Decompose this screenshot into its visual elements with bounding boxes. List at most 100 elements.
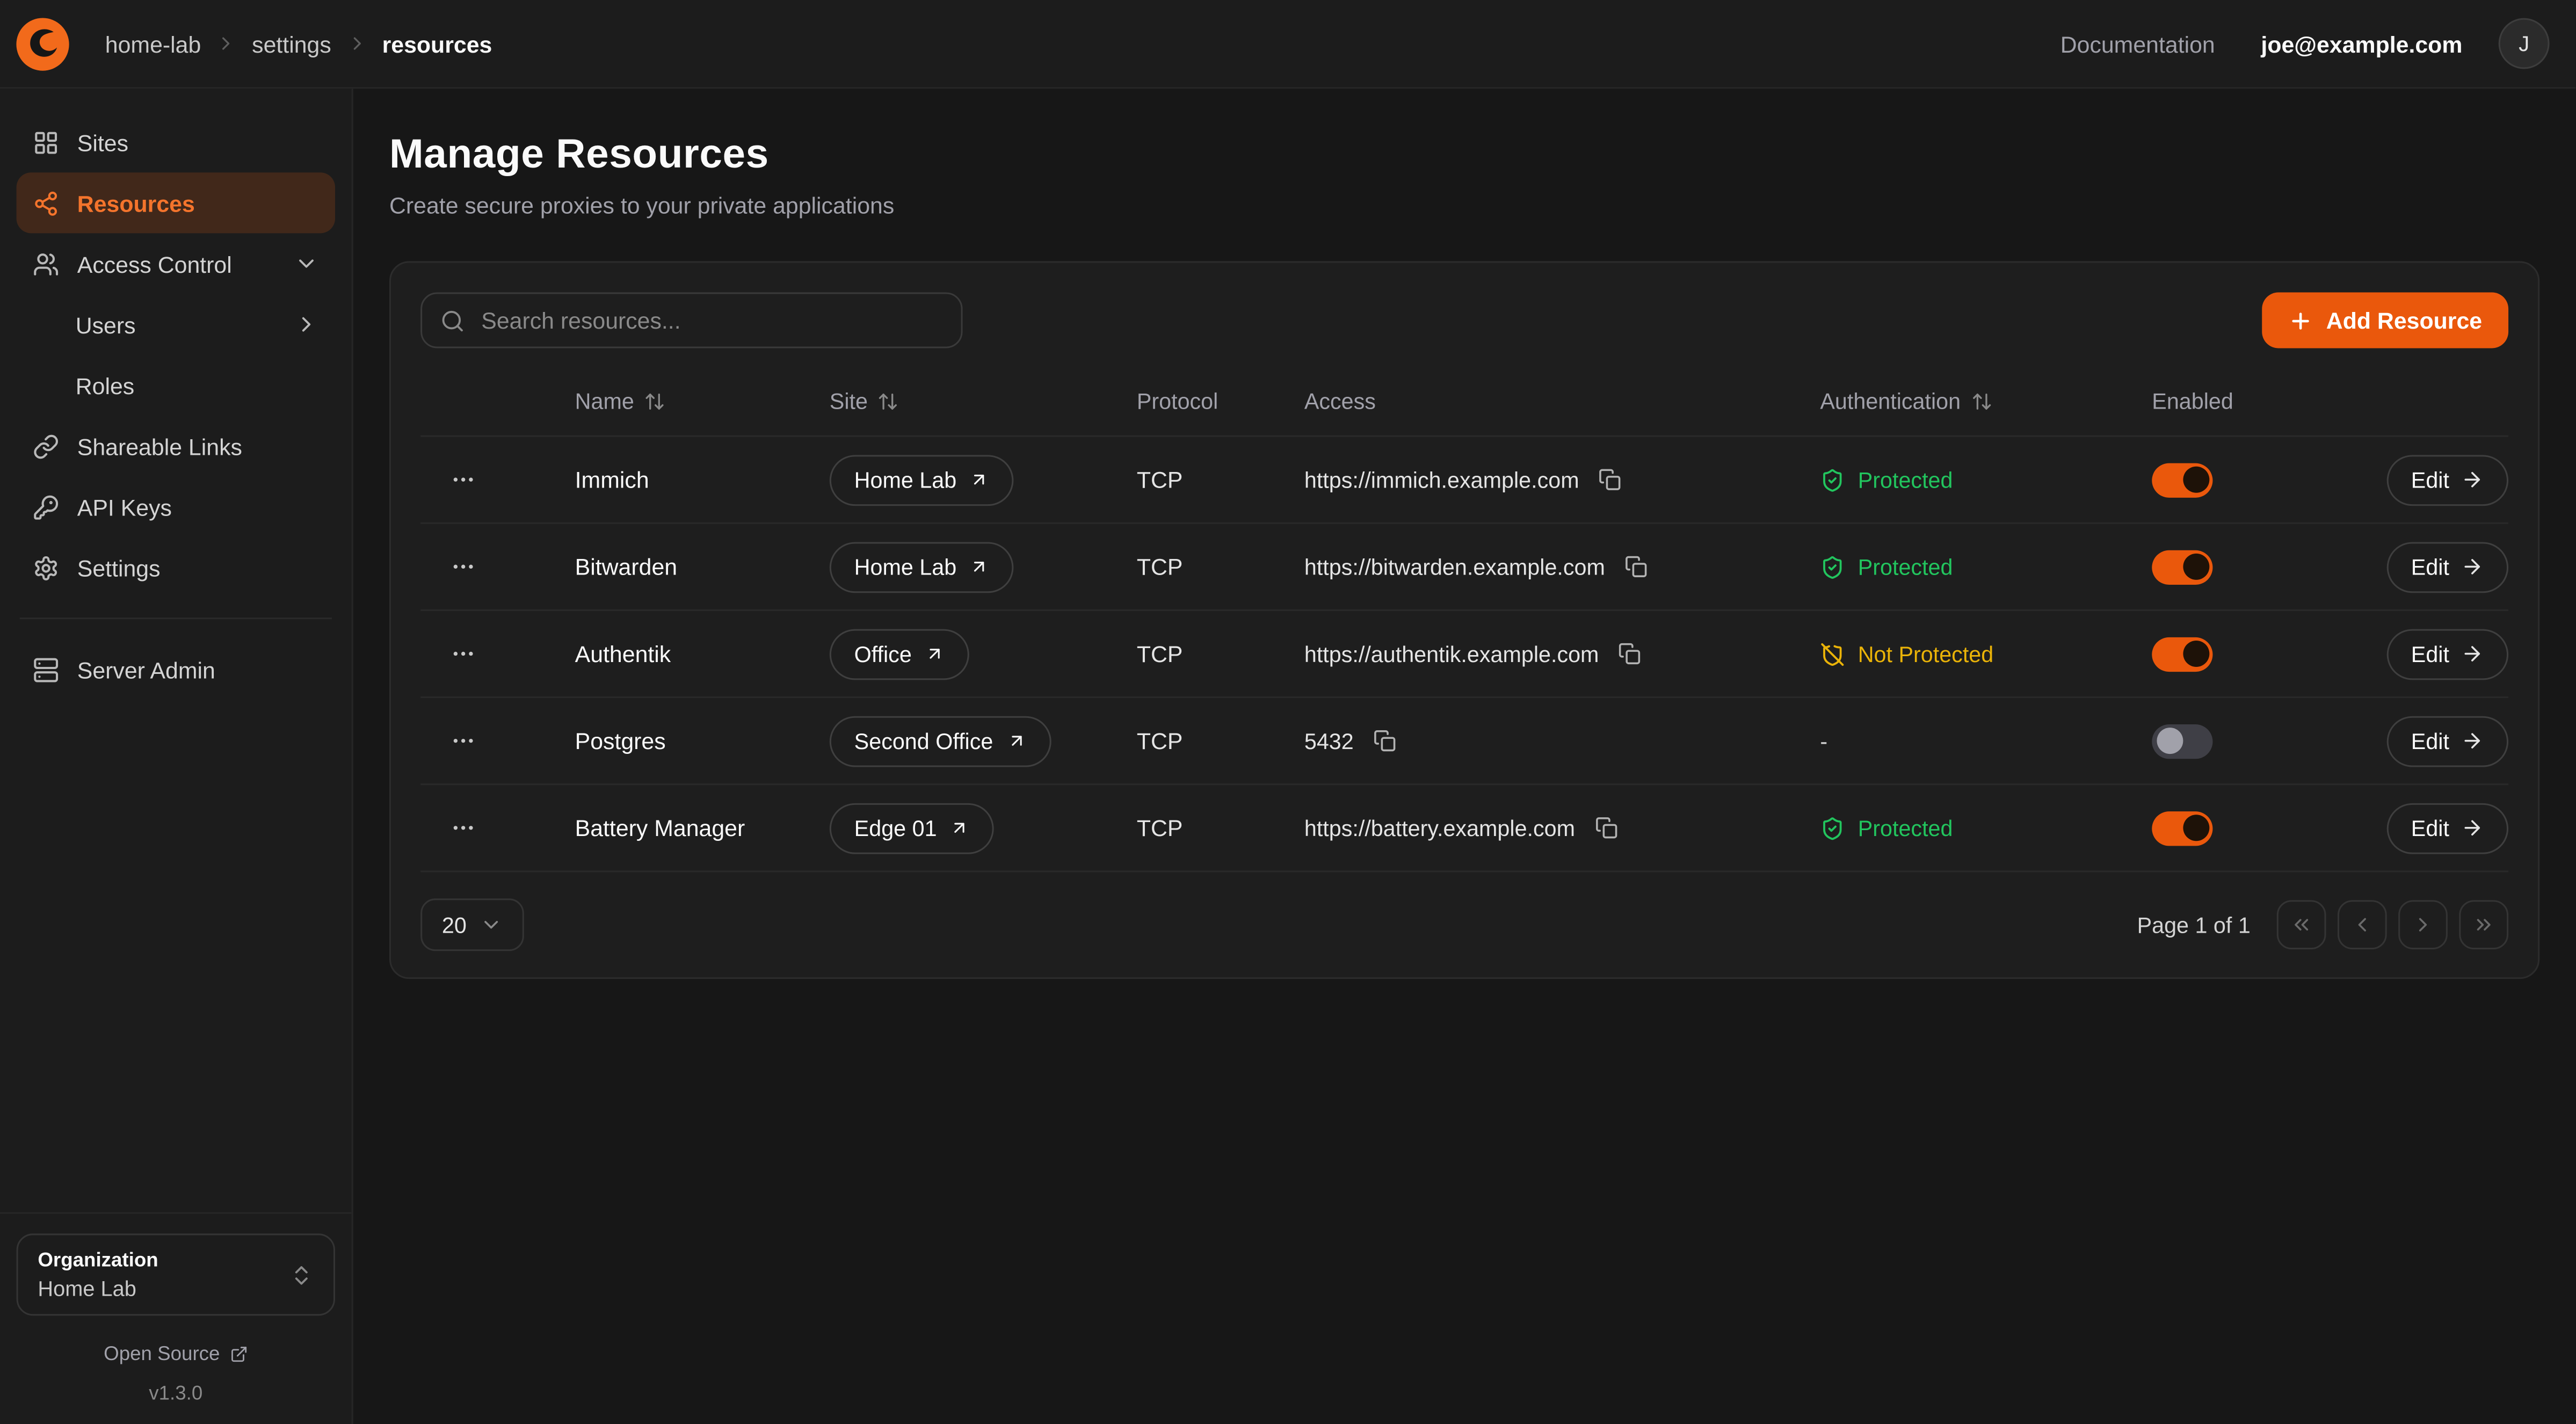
sort-icon [644, 391, 665, 412]
documentation-link[interactable]: Documentation [2050, 29, 2225, 59]
copy-button[interactable] [1595, 465, 1625, 495]
breadcrumb-separator-icon [216, 33, 237, 54]
sidebar-item-roles[interactable]: Roles [17, 355, 335, 416]
sidebar-item-users[interactable]: Users [17, 294, 335, 355]
main-content: Manage Resources Create secure proxies t… [353, 89, 2576, 1424]
copy-icon [1625, 555, 1648, 578]
enabled-toggle[interactable] [2152, 462, 2212, 497]
row-actions-button[interactable] [440, 634, 487, 673]
app-window: home-lab settings resources Documentatio… [0, 0, 2576, 1424]
sidebar-divider [20, 617, 332, 619]
resources-card: Add Resource Name Site Protocol Access A… [389, 261, 2539, 979]
sidebar-item-server-admin[interactable]: Server Admin [17, 639, 335, 700]
enabled-toggle[interactable] [2152, 549, 2212, 584]
access-url: https://authentik.example.com [1304, 642, 1599, 666]
header-enabled: Enabled [2152, 389, 2233, 414]
copy-button[interactable] [1622, 552, 1651, 582]
external-link-icon [230, 1345, 248, 1363]
site-link[interactable]: Office [830, 628, 969, 679]
toolbar: Add Resource [420, 293, 2508, 348]
edit-button[interactable]: Edit [2386, 715, 2508, 766]
breadcrumb-settings[interactable]: settings [252, 31, 331, 57]
sort-icon [1970, 391, 1992, 412]
sidebar-item-shareable-links[interactable]: Shareable Links [17, 416, 335, 476]
copy-button[interactable] [1370, 726, 1399, 755]
search-input[interactable] [478, 306, 943, 335]
row-actions-button[interactable] [440, 721, 487, 760]
avatar[interactable]: J [2499, 18, 2550, 69]
toggle-thumb [2182, 815, 2209, 841]
open-source-link[interactable]: Open Source [17, 1340, 335, 1367]
topbar-right: Documentation joe@example.com J [2050, 18, 2549, 69]
header-site[interactable]: Site [830, 389, 899, 414]
pangolin-logo-icon [15, 16, 71, 71]
copy-button[interactable] [1592, 813, 1621, 842]
header-authentication[interactable]: Authentication [1820, 389, 1992, 414]
chevron-down-icon [480, 913, 503, 936]
sidebar-item-label: Users [76, 311, 136, 338]
org-switcher[interactable]: Organization Home Lab [17, 1233, 335, 1316]
previous-page-button[interactable] [2338, 900, 2387, 949]
toggle-thumb [2182, 641, 2209, 667]
enabled-toggle[interactable] [2152, 811, 2212, 845]
auth-status: Protected [1820, 467, 2152, 492]
sidebar-item-sites[interactable]: Sites [17, 112, 335, 172]
pagination-right: Page 1 of 1 [2137, 900, 2509, 949]
edit-button[interactable]: Edit [2386, 541, 2508, 592]
arrow-right-icon [2461, 468, 2484, 491]
row-actions-button[interactable] [440, 547, 487, 586]
edit-button[interactable]: Edit [2386, 454, 2508, 505]
sidebar-item-access-control[interactable]: Access Control [17, 233, 335, 294]
enabled-toggle[interactable] [2152, 723, 2212, 758]
first-page-button[interactable] [2277, 900, 2326, 949]
sidebar-item-label: Access Control [77, 250, 232, 277]
next-page-button[interactable] [2398, 900, 2448, 949]
sidebar-item-settings[interactable]: Settings [17, 537, 335, 598]
sidebar-item-api-keys[interactable]: API Keys [17, 476, 335, 537]
table-row: Bitwarden Home Lab TCP https://bitwarden… [420, 524, 2508, 611]
pagination-buttons [2277, 900, 2508, 949]
last-page-button[interactable] [2459, 900, 2508, 949]
table-header: Name Site Protocol Access Authentication… [420, 368, 2508, 437]
ellipsis-icon [450, 815, 476, 841]
chevron-left-icon [2350, 913, 2374, 936]
resource-name: Bitwarden [575, 554, 830, 580]
row-actions-button[interactable] [440, 460, 487, 499]
toggle-thumb [2182, 467, 2209, 493]
add-resource-button[interactable]: Add Resource [2262, 293, 2508, 348]
site-link[interactable]: Edge 01 [830, 802, 995, 853]
site-link[interactable]: Home Lab [830, 454, 1014, 505]
header-access: Access [1304, 389, 1376, 414]
enabled-toggle[interactable] [2152, 636, 2212, 671]
auth-status: Not Protected [1820, 642, 2152, 666]
edit-button[interactable]: Edit [2386, 628, 2508, 679]
chevrons-right-icon [2472, 913, 2495, 936]
table-row: Postgres Second Office TCP 5432 - Edit [420, 698, 2508, 785]
sidebar-item-label: Resources [77, 190, 195, 216]
edit-button[interactable]: Edit [2386, 802, 2508, 853]
breadcrumb-org[interactable]: home-lab [105, 31, 201, 57]
arrow-up-right-icon [1006, 731, 1026, 751]
sidebar-spacer [17, 700, 335, 1193]
site-link[interactable]: Second Office [830, 715, 1051, 766]
app-logo[interactable] [13, 14, 72, 73]
sidebar-bottom: Organization Home Lab Open Source v1.3.0 [0, 1212, 352, 1405]
arrow-up-right-icon [950, 818, 970, 838]
sidebar-item-label: Settings [77, 554, 161, 580]
site-link[interactable]: Home Lab [830, 541, 1014, 592]
topbar: home-lab settings resources Documentatio… [0, 0, 2576, 89]
protocol-value: TCP [1137, 815, 1304, 841]
page-size-select[interactable]: 20 [420, 898, 524, 951]
search-box [420, 293, 962, 348]
sidebar-item-label: Server Admin [77, 656, 215, 682]
protocol-value: TCP [1137, 728, 1304, 754]
breadcrumb-resources[interactable]: resources [382, 31, 492, 57]
copy-button[interactable] [1615, 639, 1645, 669]
header-name[interactable]: Name [575, 389, 665, 414]
sidebar-item-resources[interactable]: Resources [17, 172, 335, 233]
row-actions-button[interactable] [440, 808, 487, 847]
sidebar: Sites Resources Access Control Users Rol… [0, 89, 353, 1424]
arrow-up-right-icon [970, 557, 990, 577]
breadcrumb-separator-icon [346, 33, 367, 54]
user-email[interactable]: joe@example.com [2261, 31, 2462, 57]
